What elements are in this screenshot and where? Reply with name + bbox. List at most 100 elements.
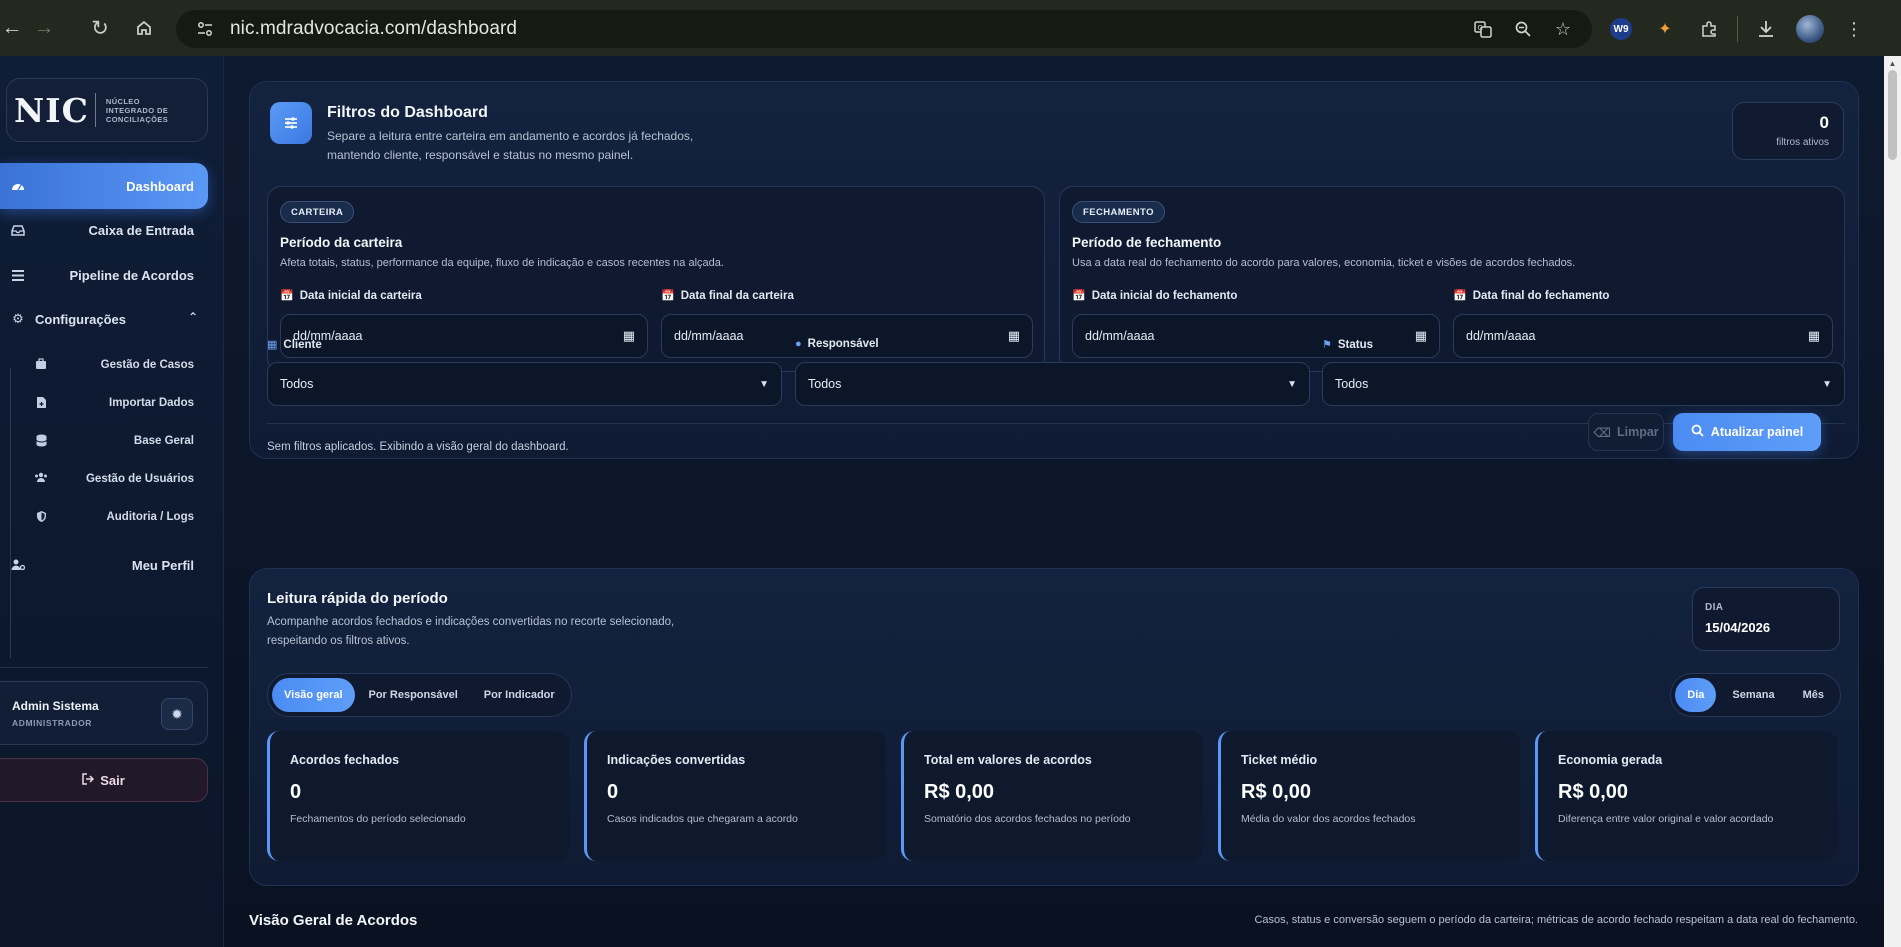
reload-icon[interactable]: ↻ [82, 10, 118, 46]
sidebar-item-label: Meu Perfil [131, 557, 194, 573]
logout-icon [82, 772, 95, 788]
toolbar-divider [1737, 16, 1738, 42]
address-bar[interactable]: nic.mdradvocacia.com/dashboard G ☆ [176, 10, 1592, 48]
tab-dia[interactable]: Dia [1675, 678, 1717, 712]
sidebar-item-label: Auditoria / Logs [106, 511, 194, 523]
tab-semana[interactable]: Semana [1718, 678, 1788, 712]
extension-w-icon[interactable]: W9 [1605, 13, 1637, 45]
carteira-start-label: 📅 Data inicial da carteira [280, 289, 422, 303]
fechamento-start-label: 📅 Data inicial do fechamento [1072, 289, 1238, 303]
sidebar: NIC NÚCLEO INTEGRADO DE CONCILIAÇÕES Das… [0, 56, 224, 947]
gear-icon: ✹ [171, 705, 183, 722]
logo-divider [94, 93, 96, 127]
shield-icon [34, 510, 48, 524]
download-icon[interactable] [1750, 13, 1782, 45]
cliente-select[interactable]: Todos ▼ [267, 362, 782, 406]
kpi-card: Total em valores de acordos R$ 0,00 Soma… [901, 731, 1203, 861]
sidebar-item-label: Dashboard [126, 178, 194, 194]
calendar-icon: 📅 [1072, 290, 1086, 302]
search-icon [1691, 424, 1704, 440]
sidebar-item-importar-dados[interactable]: Importar Dados [22, 384, 208, 422]
extensions-icon[interactable] [1693, 13, 1725, 45]
user-settings-button[interactable]: ✹ [161, 698, 193, 730]
sidebar-item-auditoria[interactable]: Auditoria / Logs [22, 498, 208, 536]
user-name: Admin Sistema [12, 699, 99, 713]
fechamento-end-label: 📅 Data final do fechamento [1453, 289, 1610, 303]
eraser-icon: ⌫ [1593, 425, 1611, 440]
carteira-end-date-input[interactable]: dd/mm/aaaa ▦ [661, 314, 1033, 358]
sidebar-divider [0, 667, 208, 668]
scrollbar-thumb[interactable] [1888, 70, 1897, 160]
overview-note: Casos, status e conversão seguem o perío… [1254, 914, 1858, 926]
day-label: DIA [1705, 602, 1724, 613]
quick-read-description: Acompanhe acordos fechados e indicações … [267, 616, 675, 647]
tab-por-responsavel[interactable]: Por Responsável [357, 678, 470, 712]
overview-title: Visão Geral de Acordos [249, 912, 418, 929]
svg-text:G: G [1478, 24, 1483, 32]
period-tabs: Dia Semana Mês [1670, 673, 1841, 717]
active-filters-label: filtros ativos [1776, 137, 1829, 148]
clear-filters-button[interactable]: ⌫ Limpar [1588, 413, 1664, 451]
kpi-value: R$ 0,00 [1558, 781, 1629, 803]
carteira-tag: CARTEIRA [280, 201, 355, 223]
carteira-end-label: 📅 Data final da carteira [661, 289, 794, 303]
tab-mes[interactable]: Mês [1791, 678, 1836, 712]
sidebar-item-meu-perfil[interactable]: Meu Perfil [0, 542, 208, 588]
responsavel-label: ● Responsável [795, 338, 879, 350]
user-card: Admin Sistema ADMINISTRADOR ✹ [0, 681, 208, 745]
sidebar-item-label: Gestão de Usuários [85, 473, 194, 485]
url-text[interactable]: nic.mdradvocacia.com/dashboard [230, 18, 517, 40]
gear-icon: ⚙ [12, 311, 24, 326]
sidebar-item-gestao-usuarios[interactable]: Gestão de Usuários [22, 460, 208, 498]
sidebar-item-inbox[interactable]: Caixa de Entrada [0, 207, 208, 253]
calendar-icon[interactable]: ▦ [1808, 328, 1820, 344]
profile-avatar[interactable] [1794, 13, 1826, 45]
filters-status-text: Sem filtros aplicados. Exibindo a visão … [267, 441, 569, 453]
status-select[interactable]: Todos ▼ [1322, 362, 1845, 406]
page-scrollbar[interactable]: ▲ [1884, 56, 1901, 947]
tab-por-indicador[interactable]: Por Indicador [472, 678, 567, 712]
briefcase-icon [34, 358, 48, 372]
refresh-dashboard-button[interactable]: Atualizar painel [1673, 413, 1821, 451]
kpi-description: Somatório dos acordos fechados no períod… [924, 813, 1131, 825]
fechamento-description: Usa a data real do fechamento do acordo … [1072, 257, 1576, 269]
caret-down-icon: ▼ [759, 378, 769, 390]
calendar-icon: 📅 [661, 290, 675, 302]
tab-visao-geral[interactable]: Visão geral [272, 678, 355, 712]
file-import-icon [34, 396, 48, 410]
sidebar-group-configuracoes[interactable]: ⚙ Configurações ⌃ [0, 296, 208, 342]
sidebar-item-base-geral[interactable]: Base Geral [22, 422, 208, 460]
current-day-card: DIA 15/04/2026 [1692, 587, 1840, 651]
logout-button[interactable]: Sair [0, 758, 208, 802]
carteira-start-date-input[interactable]: dd/mm/aaaa ▦ [280, 314, 648, 358]
fechamento-end-date-input[interactable]: dd/mm/aaaa ▦ [1453, 314, 1833, 358]
kpi-title: Acordos fechados [290, 753, 400, 767]
site-settings-icon[interactable] [188, 12, 222, 46]
bookmark-star-icon[interactable]: ☆ [1548, 14, 1578, 44]
building-icon: ▦ [267, 339, 278, 351]
home-icon[interactable] [126, 10, 162, 46]
responsavel-select[interactable]: Todos ▼ [795, 362, 1310, 406]
calendar-icon[interactable]: ▦ [623, 328, 635, 344]
sidebar-item-gestao-casos[interactable]: Gestão de Casos [22, 346, 208, 384]
calendar-icon[interactable]: ▦ [1008, 328, 1020, 344]
translate-icon[interactable]: G [1468, 14, 1498, 44]
chevron-up-icon[interactable]: ⌃ [188, 310, 198, 324]
scroll-up-icon[interactable]: ▲ [1884, 56, 1901, 70]
kpi-description: Casos indicados que chegaram a acordo [607, 813, 798, 825]
users-icon [34, 472, 48, 486]
zoom-icon[interactable] [1508, 14, 1538, 44]
extension-puzzle-color-icon[interactable]: ✦ [1649, 13, 1681, 45]
kpi-title: Total em valores de acordos [924, 753, 1092, 767]
sidebar-item-pipeline[interactable]: Pipeline de Acordos [0, 252, 208, 298]
filters-panel: Filtros do Dashboard Separe a leitura en… [249, 81, 1859, 459]
logo[interactable]: NIC NÚCLEO INTEGRADO DE CONCILIAÇÕES [6, 78, 208, 142]
kpi-title: Ticket médio [1241, 753, 1318, 767]
calendar-icon: 📅 [1453, 290, 1467, 302]
quick-read-title: Leitura rápida do período [267, 590, 448, 607]
menu-kebab-icon[interactable]: ⋮ [1838, 13, 1870, 45]
fechamento-start-date-input[interactable]: dd/mm/aaaa ▦ [1072, 314, 1440, 358]
calendar-icon[interactable]: ▦ [1415, 328, 1427, 344]
sidebar-item-dashboard[interactable]: Dashboard [0, 163, 208, 209]
forward-icon[interactable]: → [26, 10, 62, 46]
